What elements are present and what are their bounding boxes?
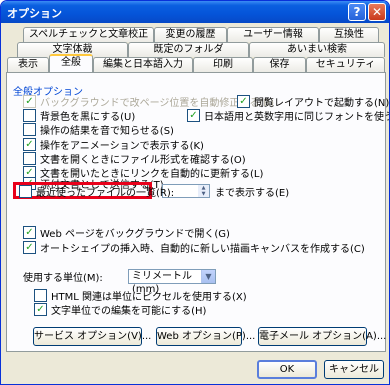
option-char-units[interactable]: 文字単位での編集を可能にする(H) <box>34 303 207 317</box>
title-bar[interactable]: オプション ? ✕ <box>1 1 389 23</box>
units-label: 使用する単位(M): <box>23 270 103 284</box>
option-label: 日本語用と英数字用に同じフォントを使う(F) <box>204 112 390 123</box>
option-web-background[interactable]: Web ページをバックグラウンドで開く(G) <box>23 226 230 240</box>
option-html-pixels[interactable]: HTML 関連は単位にピクセルを使用する(X) <box>34 289 247 303</box>
tab-save[interactable]: 保存 <box>253 57 306 72</box>
option-sound-feedback[interactable]: 操作の結果を音で知らせる(S) <box>23 123 174 137</box>
option-label: 文字単位での編集を可能にする(H) <box>51 306 207 317</box>
tab-print[interactable]: 印刷 <box>193 57 253 72</box>
tab-view[interactable]: 表示 <box>7 57 49 72</box>
option-confirm-convert[interactable]: 文書を開くときにファイル形式を確認する(O) <box>23 152 246 166</box>
tab-default-folders[interactable]: 既定のフォルダ <box>128 42 249 57</box>
tab-edit-japanese-input[interactable]: 編集と日本語入力 <box>93 57 193 72</box>
checkbox[interactable] <box>34 303 47 316</box>
tab-security[interactable]: セキュリティ <box>306 57 385 72</box>
option-label: 文書を開くときにファイル形式を確認する(O) <box>40 155 246 166</box>
tab-general[interactable]: 全般 <box>49 54 93 72</box>
recent-files-suffix: まで表示する(E) <box>215 185 290 199</box>
options-dialog: オプション ? ✕ スペルチェックと文章校正 変更の履歴 ユーザー情報 互換性 … <box>0 0 390 385</box>
option-label: 最近使ったファイルの一覧(R): <box>36 188 175 199</box>
chevron-down-icon[interactable]: ▼ <box>201 270 215 283</box>
checkbox[interactable] <box>23 152 36 165</box>
checkbox[interactable] <box>237 95 250 108</box>
option-label: 背景色を黒にする(U) <box>40 112 136 123</box>
option-label: 操作の結果を音で知らせる(S) <box>40 126 174 137</box>
units-select[interactable]: ミリメートル (mm) ▼ <box>128 269 216 295</box>
tab-fuzzy-search[interactable]: あいまい検索 <box>249 42 385 57</box>
tab-track-changes[interactable]: 変更の履歴 <box>154 27 227 42</box>
option-label: オートシェイプの挿入時、自動的に新しい描画キャンバスを作成する(C) <box>40 244 365 255</box>
option-same-font[interactable]: 日本語用と英数字用に同じフォントを使う(F) <box>187 109 390 123</box>
option-auto-canvas[interactable]: オートシェイプの挿入時、自動的に新しい描画キャンバスを作成する(C) <box>23 241 365 255</box>
option-label: 操作をアニメーションで表示する(K) <box>40 141 204 152</box>
spinner-arrows-icon[interactable]: ▲ ▼ <box>198 185 209 197</box>
checkbox[interactable] <box>19 185 32 198</box>
option-label: HTML 関連は単位にピクセルを使用する(X) <box>51 292 247 303</box>
close-icon[interactable]: ✕ <box>368 3 386 21</box>
help-icon[interactable]: ? <box>348 3 366 21</box>
checkbox[interactable] <box>23 109 36 122</box>
ok-button[interactable]: OK <box>257 360 317 379</box>
checkbox[interactable] <box>187 109 200 122</box>
option-reading-layout[interactable]: 閲覧レイアウトで起動する(N) <box>237 95 390 109</box>
dialog-title: オプション <box>7 7 62 20</box>
option-label: 閲覧レイアウトで起動する(N) <box>254 98 390 109</box>
checkbox[interactable] <box>23 226 36 239</box>
checkbox[interactable] <box>34 289 47 302</box>
checkbox[interactable] <box>23 138 36 151</box>
checkbox[interactable] <box>23 241 36 254</box>
checkbox[interactable] <box>23 123 36 136</box>
checkbox[interactable] <box>23 95 36 108</box>
recent-files-suffix-label: まで表示する(E) <box>215 188 290 199</box>
option-blue-background[interactable]: 背景色を黒にする(U) <box>23 109 136 123</box>
option-animate[interactable]: 操作をアニメーションで表示する(K) <box>23 138 204 152</box>
cancel-button[interactable]: キャンセル <box>324 360 384 379</box>
option-label: Web ページをバックグラウンドで開く(G) <box>40 229 230 240</box>
web-options-button[interactable]: Web オプション(P)... <box>156 327 255 346</box>
option-recent-files[interactable]: 最近使ったファイルの一覧(R): <box>19 185 175 199</box>
units-label-text: 使用する単位(M): <box>23 273 103 284</box>
tab-user-info[interactable]: ユーザー情報 <box>227 27 319 42</box>
tab-compatibility[interactable]: 互換性 <box>319 27 379 42</box>
email-options-button[interactable]: 電子メール オプション(A)... <box>258 327 386 346</box>
service-options-button[interactable]: サービス オプション(V)... <box>33 327 151 346</box>
tab-spelling-grammar[interactable]: スペルチェックと文章校正 <box>23 27 154 42</box>
